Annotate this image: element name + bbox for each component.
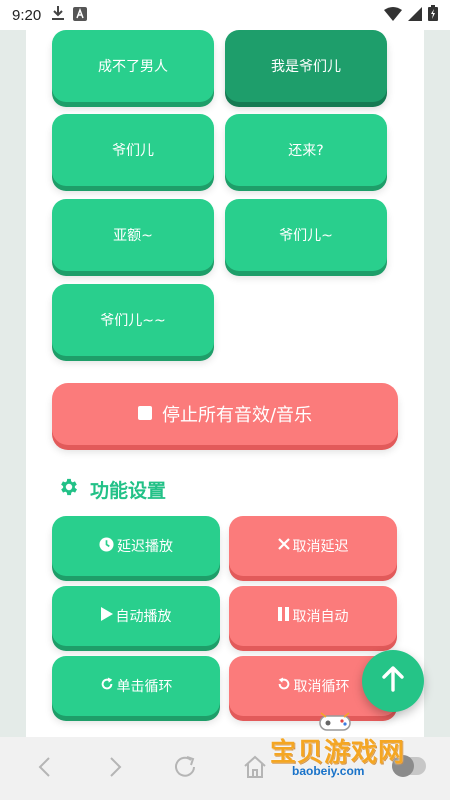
cancel-delay-label: 取消延迟	[292, 539, 349, 555]
stop-all-label: 停止所有音效/音乐	[161, 405, 313, 426]
sound-button-label: 成不了男人	[98, 59, 168, 75]
watermark-sub: baobeiy.com	[292, 764, 365, 778]
sound-button-label: 爷们儿~	[279, 228, 333, 244]
auto-play-label: 自动播放	[115, 609, 172, 625]
redo-icon	[100, 677, 114, 695]
cancel-delay-button[interactable]: 取消延迟	[229, 516, 397, 576]
reload-icon[interactable]	[170, 752, 200, 786]
sound-button[interactable]: 爷们儿	[52, 114, 214, 186]
sound-button-active[interactable]: 我是爷们儿	[225, 30, 387, 102]
clock-icon	[99, 536, 114, 556]
play-icon	[100, 607, 113, 625]
click-loop-label: 单击循环	[116, 679, 173, 695]
scroll-top-button[interactable]	[362, 650, 424, 712]
settings-section-heading: 功能设置	[58, 476, 166, 503]
back-icon[interactable]	[30, 752, 60, 786]
sound-button-label: 亚额~	[113, 228, 153, 244]
stop-all-button[interactable]: 停止所有音效/音乐	[52, 383, 398, 445]
home-icon[interactable]	[240, 752, 270, 786]
wifi-icon	[384, 6, 402, 25]
sound-button[interactable]: 爷们儿~~	[52, 284, 214, 356]
notification-a-icon	[73, 6, 88, 25]
forward-icon[interactable]	[100, 752, 130, 786]
undo-icon	[277, 677, 291, 695]
sound-button[interactable]: 成不了男人	[52, 30, 214, 102]
signal-icon	[408, 6, 422, 25]
status-time: 9:20	[12, 6, 42, 24]
click-loop-button[interactable]: 单击循环	[52, 656, 220, 716]
stop-square-icon	[137, 404, 152, 425]
cancel-auto-button[interactable]: 取消自动	[229, 586, 397, 646]
gear-icon	[58, 476, 80, 503]
status-bar: 9:20	[0, 0, 450, 30]
auto-play-button[interactable]: 自动播放	[52, 586, 220, 646]
close-x-icon	[277, 538, 290, 554]
sound-button-label: 还来?	[288, 143, 324, 159]
cancel-loop-label: 取消循环	[293, 679, 350, 695]
sound-button-label: 爷们儿~~	[100, 313, 166, 329]
battery-icon	[428, 5, 438, 25]
sound-button[interactable]: 爷们儿~	[225, 199, 387, 271]
settings-section-title: 功能设置	[90, 480, 167, 502]
sound-button[interactable]: 还来?	[225, 114, 387, 186]
delay-play-label: 延迟播放	[117, 539, 173, 555]
page-card: 成不了男人 我是爷们儿 爷们儿 还来? 亚额~ 爷们儿~ 爷们儿~~ 停止所有音…	[26, 30, 424, 737]
sound-button[interactable]: 亚额~	[52, 199, 214, 271]
arrow-up-icon	[381, 666, 405, 696]
pause-icon	[277, 607, 290, 625]
cancel-auto-label: 取消自动	[292, 609, 349, 625]
download-icon	[51, 5, 65, 25]
sound-button-label: 我是爷们儿	[271, 59, 341, 75]
delay-play-button[interactable]: 延迟播放	[52, 516, 220, 576]
watermark: 宝贝游戏网 baobeiy.com	[270, 710, 404, 790]
sound-button-label: 爷们儿	[112, 143, 154, 159]
